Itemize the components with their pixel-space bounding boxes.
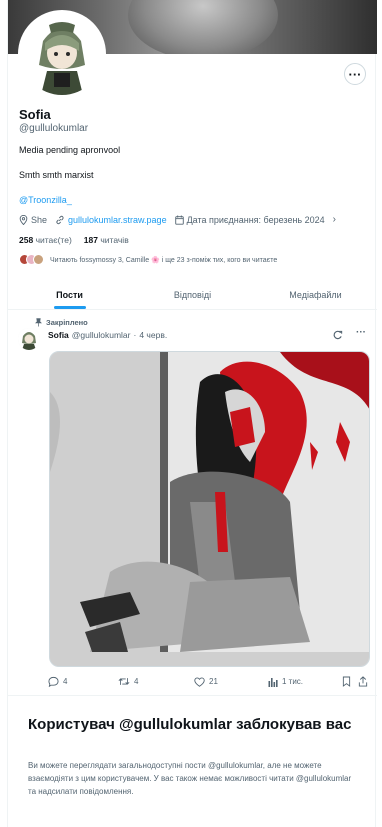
avatar-illustration: [21, 13, 103, 95]
known-followers-text: Читають fossymossy 3, Camille 🌸 і ще 23 …: [50, 256, 278, 264]
following-count: 258: [19, 235, 34, 245]
reply-count: 4: [63, 677, 68, 686]
post-artwork: [50, 352, 369, 666]
pin-icon: [35, 318, 42, 327]
profile-meta: She gullulokumlar.straw.page Дата приєдн…: [19, 214, 336, 225]
profile-tabs: Пости Відповіді Медіафайли: [8, 283, 377, 310]
joined-text: Дата приєднання: березень 2024: [186, 214, 325, 225]
repost-count: 4: [134, 677, 139, 686]
bio-line-2: Smth smth marxist: [19, 170, 94, 180]
post-more-icon[interactable]: ···: [356, 327, 366, 338]
location-pin-icon: [19, 214, 28, 225]
location-text: She: [31, 214, 48, 225]
profile-avatar[interactable]: [18, 10, 106, 98]
post-separator: ·: [133, 330, 137, 340]
like-button[interactable]: 21: [194, 676, 268, 687]
post-author-name[interactable]: Sofia: [48, 330, 69, 340]
grok-icon[interactable]: [332, 330, 343, 341]
followers-count: 187: [83, 235, 98, 245]
pinned-label: Закріплено: [46, 318, 88, 327]
views-button[interactable]: 1 тис.: [268, 677, 342, 687]
bookmark-icon: [342, 676, 351, 687]
share-icon: [358, 676, 368, 687]
blocked-notice: Користувач @gullulokumlar заблокував вас…: [8, 697, 377, 827]
profile-name: Sofia: [19, 107, 51, 122]
followers-label: читачів: [100, 235, 129, 245]
like-count: 21: [209, 677, 218, 686]
views-count: 1 тис.: [282, 677, 304, 686]
reply-icon: [48, 676, 59, 687]
ellipsis-icon: ···: [348, 66, 362, 82]
followers-link[interactable]: 187 читачів: [84, 235, 129, 245]
following-link[interactable]: 258 читає(те): [19, 235, 72, 245]
profile-handle: @gullulokumlar: [19, 123, 89, 134]
repost-icon: [118, 678, 130, 685]
views-chart-icon: [268, 677, 278, 687]
link-icon: [56, 215, 64, 224]
following-label: читає(те): [35, 235, 72, 245]
pinned-indicator: Закріплено: [35, 318, 88, 327]
profile-page: ··· Sofia @gullulokumlar Media pending a…: [7, 0, 377, 827]
bio-line-1: Media pending apronvool: [19, 145, 121, 155]
known-followers-avatars: [19, 254, 44, 265]
reply-button[interactable]: 4: [48, 676, 118, 687]
bookmark-button[interactable]: [342, 676, 358, 687]
website-item[interactable]: gullulokumlar.straw.page: [55, 215, 167, 225]
joined-item: Дата приєднання: березень 2024: [174, 214, 325, 225]
pinned-post[interactable]: Закріплено Sofia @gullulokumlar · 4 черв…: [8, 311, 377, 696]
known-followers[interactable]: Читають fossymossy 3, Camille 🌸 і ще 23 …: [19, 254, 277, 265]
banner-photo: [128, 0, 278, 54]
post-actions: 4 4 21 1 тис.: [48, 676, 368, 687]
post-author-avatar[interactable]: [18, 328, 40, 350]
author-avatar-illustration: [18, 328, 40, 350]
calendar-icon: [174, 215, 184, 225]
chevron-right-icon[interactable]: ›: [333, 214, 336, 225]
post-header: Sofia @gullulokumlar · 4 черв.: [48, 330, 167, 340]
profile-more-button[interactable]: ···: [344, 63, 366, 85]
post-date[interactable]: 4 черв.: [139, 330, 167, 340]
follower-avatar: [33, 254, 44, 265]
heart-icon: [194, 676, 205, 687]
tab-media[interactable]: Медіафайли: [254, 283, 377, 309]
repost-button[interactable]: 4: [118, 676, 194, 687]
website-link[interactable]: gullulokumlar.straw.page: [68, 215, 167, 225]
post-media-image[interactable]: [49, 351, 370, 667]
tab-posts[interactable]: Пости: [8, 283, 131, 309]
blocked-title: Користувач @gullulokumlar заблокував вас: [28, 716, 352, 733]
post-author-handle[interactable]: @gullulokumlar: [72, 330, 131, 340]
share-button[interactable]: [358, 676, 368, 687]
blocked-text: Ви можете переглядати загальнодоступні п…: [28, 761, 352, 796]
follow-stats: 258 читає(те) 187 читачів: [19, 235, 129, 245]
bio-mention-link[interactable]: @Troonzilla_: [19, 195, 72, 205]
location-item: She: [19, 214, 48, 225]
tab-replies[interactable]: Відповіді: [131, 283, 254, 309]
